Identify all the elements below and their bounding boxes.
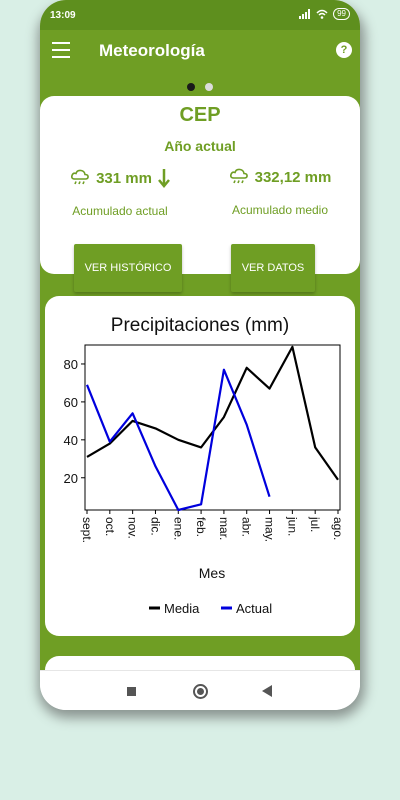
y-tick-label: 80 (64, 357, 78, 372)
x-tick-label: oct. (103, 517, 117, 536)
x-tick-label: mar. (217, 517, 231, 540)
x-tick-label: sept. (80, 517, 94, 543)
history-button[interactable]: VER HISTÓRICO (74, 244, 182, 292)
average-value: 332,12 mm (254, 168, 332, 186)
status-time: 13:09 (50, 10, 76, 21)
app-bar: Meteorología ? (40, 30, 360, 72)
precipitation-chart: Precipitaciones (mm) 20 40 60 80 sept. oct. nov… (64, 315, 345, 616)
x-tick-label: abr. (240, 517, 254, 537)
menu-icon[interactable] (52, 42, 70, 58)
page-dot[interactable] (205, 83, 214, 91)
x-tick-label: jul. (308, 516, 322, 532)
next-card (45, 656, 355, 670)
chart-title: Precipitaciones (mm) (111, 315, 289, 336)
main-content[interactable]: CEP Año actual 331 mm Acumulado actual 3… (40, 72, 360, 670)
back-button[interactable] (262, 685, 272, 697)
status-icons: 99 (299, 8, 350, 20)
rain-cloud-icon (71, 169, 89, 185)
recents-button[interactable] (127, 687, 136, 696)
x-tick-label: ago. (331, 517, 345, 540)
x-tick-label: feb. (194, 517, 208, 537)
station-title: CEP (179, 104, 221, 126)
x-tick-label: may. (263, 517, 277, 542)
phone-screen: 13:09 99 Meteorología ? CEP Año actual 3… (40, 0, 360, 710)
x-tick-label: jun. (285, 516, 299, 536)
battery-icon: 99 (333, 8, 350, 20)
series-line-media (86, 345, 339, 481)
legend-label-media: Media (164, 601, 200, 616)
x-tick-label: ene. (171, 517, 185, 540)
arrow-down-icon (157, 169, 170, 188)
wifi-icon (316, 9, 328, 19)
status-bar: 13:09 99 (40, 0, 360, 30)
x-axis-label: Mes (199, 565, 225, 581)
current-label: Acumulado actual (72, 204, 168, 218)
average-label: Acumulado medio (231, 203, 329, 217)
y-tick-label: 20 (64, 471, 78, 486)
current-value: 331 mm (96, 169, 152, 187)
y-tick-label: 40 (64, 433, 78, 448)
home-button[interactable] (193, 684, 208, 699)
data-button[interactable]: VER DATOS (231, 244, 315, 292)
period-subtitle: Año actual (164, 138, 236, 154)
chart-card: Precipitaciones (mm) 20 40 60 80 sept. oct. nov… (45, 296, 355, 636)
help-icon[interactable]: ? (336, 42, 352, 58)
plot-frame (84, 344, 341, 511)
current-accumulated: 331 mm Acumulado actual (45, 168, 195, 218)
summary-card: CEP Año actual 331 mm Acumulado actual 3… (40, 96, 360, 292)
y-tick-label: 60 (64, 395, 78, 410)
app-title: Meteorología (99, 41, 205, 60)
system-nav-bar (40, 670, 360, 710)
page-indicator (40, 78, 360, 96)
page-dot-active[interactable] (186, 83, 195, 91)
x-tick-label: nov. (126, 517, 140, 539)
average-accumulated: 332,12 mm Acumulado medio (205, 168, 355, 217)
rain-cloud-icon (229, 168, 248, 184)
signal-icon (299, 9, 311, 19)
x-tick-label: dic. (148, 517, 162, 536)
legend-label-actual: Actual (236, 601, 272, 616)
